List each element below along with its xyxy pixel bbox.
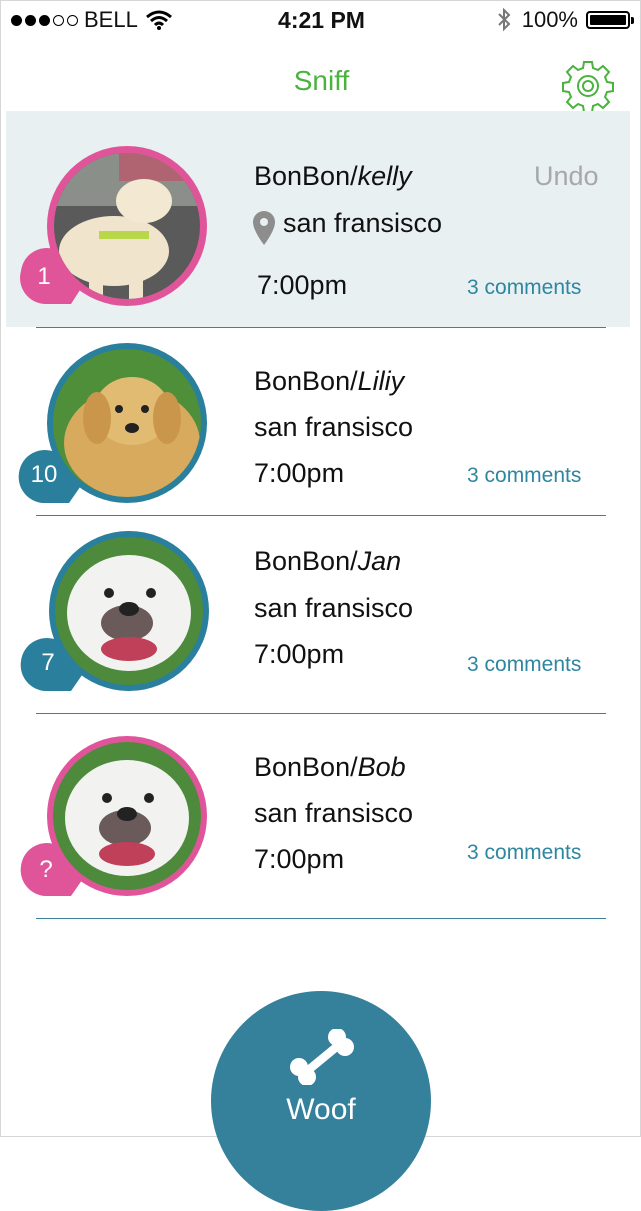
bone-icon <box>290 1029 354 1085</box>
battery-percent: 100% <box>521 7 578 32</box>
status-bar: BELL 4:21 PM 100% <box>1 1 641 41</box>
woof-button[interactable]: Woof <box>211 991 431 1211</box>
badge-count: 10 <box>30 461 58 488</box>
dog-owner-name: BonBon/Liliy <box>254 366 405 396</box>
undo-button[interactable]: Undo <box>534 161 599 192</box>
battery-icon <box>586 11 634 29</box>
nav-bar: Sniff <box>1 51 641 111</box>
badge-count: 1 <box>37 263 51 290</box>
avatar[interactable]: ? <box>19 736 209 906</box>
location: san fransisco <box>254 412 414 442</box>
divider <box>36 918 606 919</box>
post-time: 7:00pm <box>254 844 345 874</box>
post-time: 7:00pm <box>254 639 345 669</box>
divider <box>36 713 606 714</box>
battery-status: 100% <box>496 7 634 33</box>
comments-link[interactable]: 3 comments <box>467 841 581 865</box>
comments-link[interactable]: 3 comments <box>467 276 581 300</box>
divider <box>36 515 606 516</box>
badge-count: ? <box>39 856 53 883</box>
avatar[interactable]: 10 <box>17 343 207 513</box>
gear-icon[interactable] <box>561 59 615 113</box>
location: san fransisco <box>283 208 443 238</box>
comments-link[interactable]: 3 comments <box>467 464 581 488</box>
page-title: Sniff <box>293 65 350 96</box>
dog-owner-name: BonBon/Jan <box>254 546 402 576</box>
divider <box>36 327 606 328</box>
avatar[interactable]: 7 <box>19 531 209 701</box>
avatar[interactable]: 1 <box>19 146 209 316</box>
location: san fransisco <box>254 798 414 828</box>
post-time: 7:00pm <box>257 270 348 300</box>
bluetooth-icon <box>498 7 511 32</box>
comments-link[interactable]: 3 comments <box>467 653 581 677</box>
badge-count: 7 <box>41 649 55 676</box>
post-time: 7:00pm <box>254 458 345 488</box>
location: san fransisco <box>254 593 414 623</box>
location-pin-icon <box>253 211 275 245</box>
dog-owner-name: BonBon/Bob <box>254 752 406 782</box>
woof-label: Woof <box>286 1093 356 1126</box>
dog-owner-name: BonBon/kelly <box>254 161 412 191</box>
